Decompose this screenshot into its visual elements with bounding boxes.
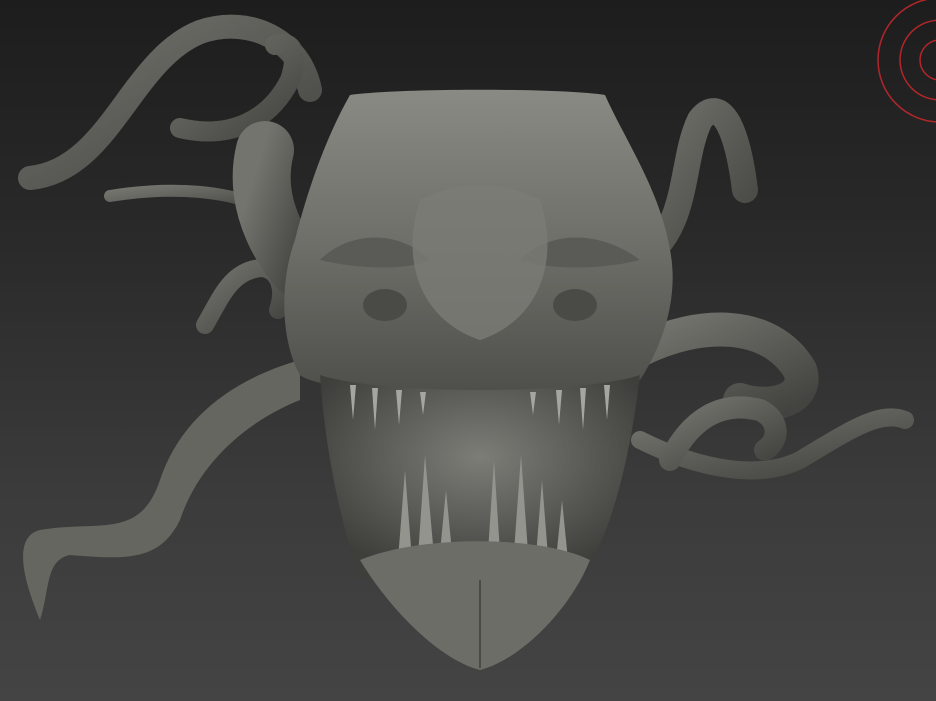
tentacle-right-curl bbox=[659, 396, 787, 471]
tentacle-right-mid bbox=[623, 312, 819, 421]
sculpt-viewport[interactable] bbox=[0, 0, 936, 701]
creature-sculpt-model[interactable] bbox=[0, 0, 936, 701]
creature-tongue bbox=[23, 360, 300, 620]
creature-eye-left bbox=[363, 289, 407, 321]
creature-lower-jaw bbox=[360, 541, 590, 670]
creature-eye-right bbox=[553, 289, 597, 321]
tentacle-top-left-curl bbox=[170, 33, 304, 142]
navigation-gizmo-icon[interactable] bbox=[876, 0, 936, 125]
